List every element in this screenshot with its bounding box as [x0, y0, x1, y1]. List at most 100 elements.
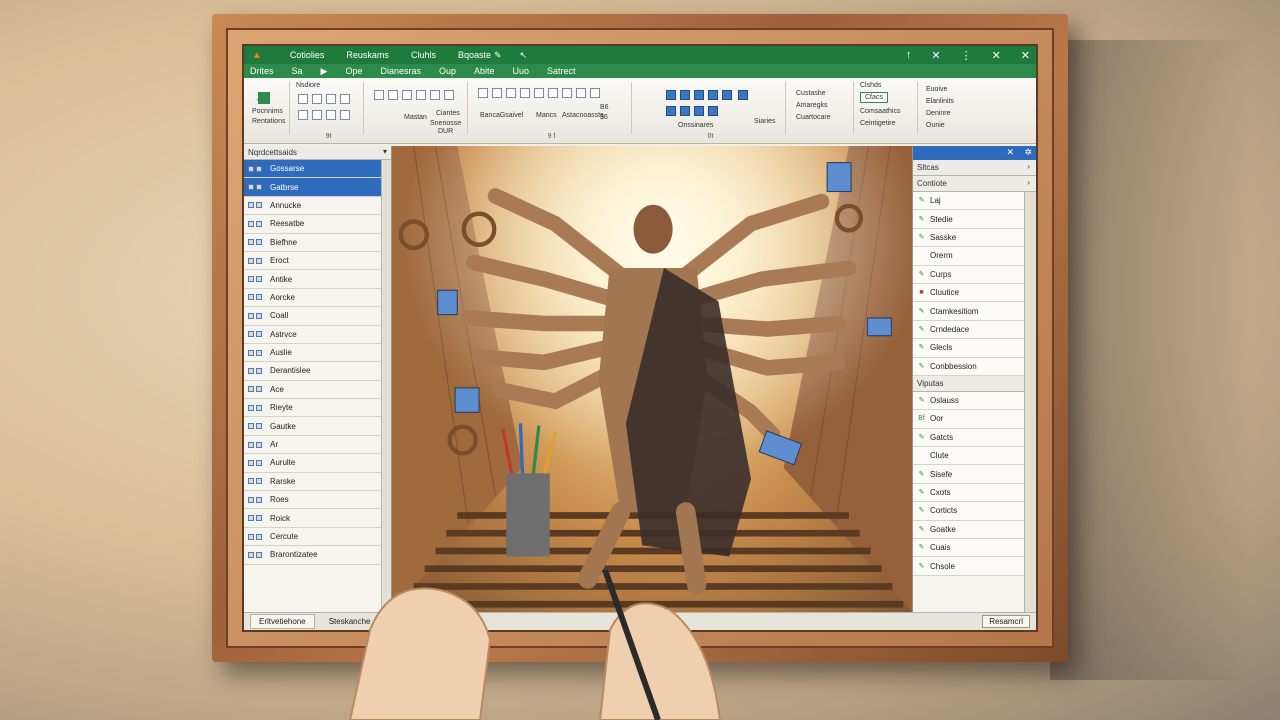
ribbon-button[interactable]	[402, 90, 412, 100]
ribbon-button[interactable]	[340, 110, 350, 120]
title-tab-4[interactable]: Bqoaste	[458, 50, 491, 60]
list-item[interactable]: ✎ Cuais	[913, 539, 1036, 558]
style-swatch[interactable]	[666, 106, 676, 116]
menu-tab[interactable]: ▶	[321, 66, 328, 77]
gear-icon[interactable]: ✲	[1024, 147, 1032, 158]
list-item[interactable]: Clute	[913, 447, 1036, 466]
more-icon[interactable]: ⋮	[961, 49, 972, 62]
close-icon[interactable]: ✕	[1006, 147, 1014, 158]
right-pane-section-header[interactable]: Viputas ✕	[913, 375, 1036, 392]
list-item[interactable]: Rarske	[244, 473, 391, 492]
list-item[interactable]: ✎ Crndedace	[913, 320, 1036, 340]
sheet-tab[interactable]: Erltvetiehone	[250, 614, 315, 629]
menu-tab[interactable]: Abite	[474, 66, 495, 76]
list-item[interactable]: Reesatbe	[244, 215, 391, 234]
list-item[interactable]: ✎ Goatke	[913, 520, 1036, 540]
list-item[interactable]: Ace	[244, 381, 391, 400]
list-item[interactable]: Cercute	[244, 528, 391, 547]
list-item[interactable]: ✎ Corticts	[913, 502, 1036, 521]
ribbon-button[interactable]	[298, 94, 308, 104]
ribbon-button[interactable]	[388, 90, 398, 100]
ribbon-button[interactable]	[312, 110, 322, 120]
list-item[interactable]: Rieyte	[244, 399, 391, 418]
list-item[interactable]: Gossarse	[244, 160, 391, 179]
ribbon-button[interactable]	[444, 90, 454, 100]
right-pane-section-header[interactable]: Contiote ›	[913, 176, 1036, 192]
pin-icon[interactable]: ✎	[494, 50, 502, 61]
menu-tab[interactable]: Satrect	[547, 66, 576, 76]
list-item[interactable]: ✎ Cxots	[913, 483, 1036, 503]
list-item[interactable]: Antike	[244, 270, 391, 289]
list-item[interactable]: ✎ Conbbession	[913, 357, 1036, 376]
style-swatch[interactable]	[722, 90, 732, 100]
list-item[interactable]: Roick	[244, 509, 391, 528]
list-item[interactable]: ■ Cluutice	[913, 283, 1036, 303]
right-scrollbar[interactable]	[1024, 192, 1036, 612]
style-swatch[interactable]	[737, 90, 748, 100]
list-item[interactable]: Derantislee	[244, 362, 391, 381]
menu-tab[interactable]: Uuo	[513, 66, 530, 76]
chevron-right-icon[interactable]: ›	[1027, 162, 1030, 171]
ribbon-button[interactable]	[326, 94, 336, 104]
ribbon-button[interactable]	[576, 88, 586, 98]
menu-tab[interactable]: Dianesras	[380, 66, 421, 76]
ribbon-button[interactable]	[520, 88, 530, 98]
style-swatch[interactable]	[708, 90, 718, 100]
list-item[interactable]: Biefhne	[244, 234, 391, 252]
style-swatch[interactable]	[680, 90, 690, 100]
ribbon-button[interactable]	[416, 90, 426, 100]
list-item[interactable]: ✎ Curps	[913, 265, 1036, 284]
style-swatch[interactable]	[680, 106, 690, 116]
ribbon-button[interactable]	[506, 88, 516, 98]
list-item[interactable]: Eroct	[244, 252, 391, 271]
ribbon-button[interactable]	[312, 94, 322, 104]
close-icon[interactable]: ✕	[1021, 49, 1030, 62]
list-item[interactable]: Brarontizatee	[244, 546, 391, 565]
list-item[interactable]: ✎ Ctamkesitiom	[913, 302, 1036, 321]
list-item[interactable]: ✎ Sasske	[913, 228, 1036, 248]
chevron-down-icon[interactable]: ▾	[383, 147, 387, 156]
ribbon-button[interactable]	[298, 110, 308, 120]
title-tab-3[interactable]: Cluhls	[411, 50, 436, 60]
ribbon-button[interactable]	[374, 90, 384, 100]
title-tab-2[interactable]: Reuskams	[346, 50, 389, 60]
style-swatch[interactable]	[694, 90, 704, 100]
list-item[interactable]: Annucke	[244, 197, 391, 216]
close-icon[interactable]: ✕	[931, 49, 940, 62]
menu-tab[interactable]: Ope	[345, 66, 362, 76]
list-item[interactable]: Aurulte	[244, 454, 391, 473]
ribbon-button[interactable]	[534, 88, 544, 98]
list-item[interactable]: ✎ Glecls	[913, 339, 1036, 358]
list-item[interactable]: Bf Oor	[913, 410, 1036, 429]
style-swatch[interactable]	[708, 106, 718, 116]
list-item[interactable]: Gatbrse	[244, 178, 391, 197]
list-item[interactable]: Roes	[244, 491, 391, 510]
menu-tab[interactable]: Drites	[250, 66, 274, 76]
ribbon-button[interactable]	[430, 90, 440, 100]
left-scrollbar[interactable]	[381, 160, 391, 612]
chevron-right-icon[interactable]: ›	[1027, 178, 1030, 187]
list-item[interactable]: Astrvce	[244, 326, 391, 344]
list-item[interactable]: ✎ Chsole	[913, 557, 1036, 576]
style-swatch[interactable]	[666, 90, 676, 100]
right-pane-section-header[interactable]: Sltcas ›	[913, 160, 1036, 176]
list-item[interactable]: ✎ Stedie	[913, 210, 1036, 229]
list-item[interactable]: ✎ Sisefe	[913, 465, 1036, 484]
pointer-icon[interactable]: ↖	[520, 50, 528, 61]
ribbon-button[interactable]	[340, 94, 350, 104]
list-item[interactable]: Ar	[244, 436, 391, 455]
ribbon-button[interactable]	[548, 88, 558, 98]
list-item[interactable]: Aorcke	[244, 289, 391, 308]
title-tab-1[interactable]: Cotiolies	[290, 50, 325, 60]
ribbon-button[interactable]	[562, 88, 572, 98]
ribbon-button[interactable]	[326, 110, 336, 120]
list-item[interactable]: ✎ Laj	[913, 192, 1036, 211]
ribbon-button[interactable]	[478, 88, 488, 98]
ribbon-button[interactable]	[590, 88, 600, 98]
ribbon-button[interactable]	[492, 88, 502, 98]
menu-tab[interactable]: Oup	[439, 66, 456, 76]
list-item[interactable]: Gautke	[244, 417, 391, 436]
menu-tab[interactable]: Sa	[292, 66, 303, 76]
upload-icon[interactable]: ↑	[906, 49, 912, 62]
close-icon[interactable]: ✕	[992, 49, 1001, 62]
